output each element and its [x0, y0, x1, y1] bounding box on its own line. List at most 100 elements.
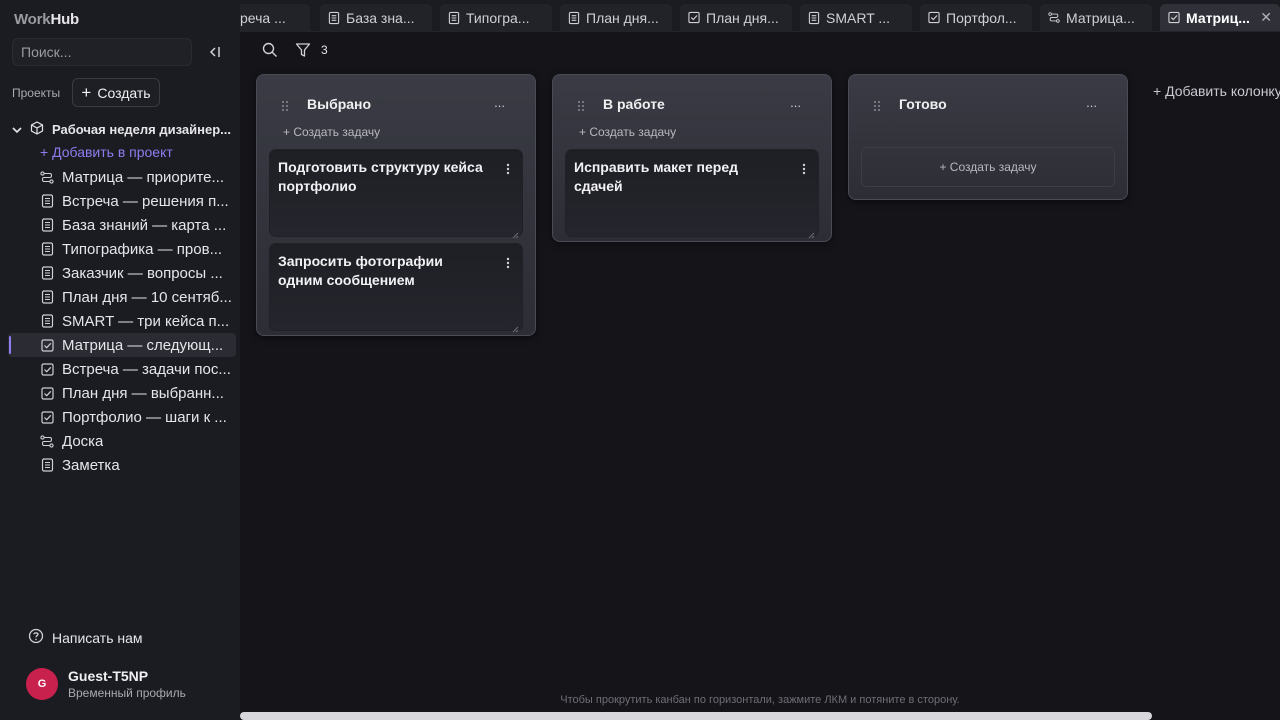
column-menu-button[interactable]: ...: [790, 95, 801, 110]
horizontal-scrollbar[interactable]: [240, 712, 1152, 720]
sidebar-item-label: Встреча — задачи пос...: [62, 360, 231, 378]
sidebar-item[interactable]: Встреча — решения п...: [8, 189, 236, 213]
column-title[interactable]: В работе: [603, 96, 665, 112]
collapse-sidebar-icon[interactable]: [206, 44, 224, 60]
write-us-label: Написать нам: [52, 629, 143, 646]
sidebar: WorkHub Проекты + Создать Рабочая неделя…: [0, 0, 240, 720]
note-icon: [328, 11, 340, 24]
sidebar-item-label: План дня — выбранн...: [62, 384, 224, 402]
chevron-down-icon[interactable]: [12, 122, 22, 137]
kebab-menu-icon[interactable]: [506, 256, 510, 269]
tab[interactable]: План дня...: [560, 4, 672, 31]
filter-icon[interactable]: [295, 42, 311, 58]
sidebar-item[interactable]: План дня — выбранн...: [8, 381, 236, 405]
sidebar-item-label: Матрица — следующ...: [62, 336, 224, 354]
create-task-button[interactable]: + Создать задачу: [861, 147, 1115, 187]
task-icon: [40, 362, 54, 376]
sidebar-item[interactable]: Портфолио — шаги к ...: [8, 405, 236, 429]
add-column-button[interactable]: + Добавить колонку: [1153, 83, 1280, 99]
note-icon: [808, 11, 820, 24]
note-icon: [40, 242, 54, 256]
sidebar-item[interactable]: Заказчик — вопросы ...: [8, 261, 236, 285]
column-menu-button[interactable]: ...: [494, 95, 505, 110]
kebab-menu-icon[interactable]: [802, 162, 806, 175]
task-card[interactable]: Запросить фотографии одним сообщением: [269, 243, 523, 333]
sidebar-item[interactable]: Матрица — следующ...: [8, 333, 236, 357]
task-card-title: Подготовить структуру кейса портфолио: [278, 159, 483, 194]
resize-handle-icon[interactable]: [512, 226, 519, 239]
project-item[interactable]: Рабочая неделя дизайнер...: [12, 119, 238, 139]
search-icon[interactable]: [262, 42, 278, 58]
create-button-label: Создать: [97, 84, 151, 101]
task-card-title: Исправить макет перед сдачей: [574, 159, 738, 194]
tab[interactable]: Матриц... ✕: [1160, 4, 1280, 31]
user-profile[interactable]: G Guest-T5NP Временный профиль: [26, 668, 186, 700]
sidebar-item-label: Встреча — решения п...: [62, 192, 229, 210]
add-to-project-link[interactable]: + Добавить в проект: [40, 144, 173, 160]
plus-icon: +: [81, 83, 92, 102]
kebab-menu-icon[interactable]: [506, 162, 510, 175]
avatar: G: [26, 668, 58, 700]
create-task-button[interactable]: + Создать задачу: [283, 125, 380, 139]
tab[interactable]: Портфол...: [920, 4, 1032, 31]
note-icon: [40, 290, 54, 304]
sidebar-item[interactable]: План дня — 10 сентяб...: [8, 285, 236, 309]
tab[interactable]: SMART ...: [800, 4, 912, 31]
sidebar-item[interactable]: Заметка: [8, 453, 236, 477]
task-icon: [40, 386, 54, 400]
project-tree: Матрица — приорите... Встреча — решения п…: [0, 165, 240, 477]
note-icon: [568, 11, 580, 24]
sidebar-item-label: План дня — 10 сентяб...: [62, 288, 232, 306]
sidebar-item[interactable]: SMART — три кейса п...: [8, 309, 236, 333]
task-card[interactable]: Исправить макет перед сдачей: [565, 149, 819, 239]
tab[interactable]: Типогра...: [440, 4, 552, 31]
create-button[interactable]: + Создать: [72, 78, 160, 107]
board-icon: [40, 170, 54, 184]
note-icon: [40, 218, 54, 232]
sidebar-item[interactable]: База знаний — карта ...: [8, 213, 236, 237]
filter-count: 3: [321, 43, 328, 57]
tab[interactable]: реча ...: [240, 4, 310, 31]
task-icon: [928, 11, 940, 24]
tab[interactable]: База зна...: [320, 4, 432, 31]
resize-handle-icon[interactable]: [808, 226, 815, 239]
user-name: Guest-T5NP: [68, 668, 149, 684]
sidebar-item[interactable]: Встреча — задачи пос...: [8, 357, 236, 381]
sidebar-item[interactable]: Типографика — пров...: [8, 237, 236, 261]
sidebar-item-label: Доска: [62, 432, 104, 450]
drag-handle-icon[interactable]: [873, 99, 881, 111]
resize-handle-icon[interactable]: [512, 320, 519, 333]
tab[interactable]: План дня...: [680, 4, 792, 31]
create-task-button[interactable]: + Создать задачу: [579, 125, 676, 139]
sidebar-item[interactable]: Доска: [8, 429, 236, 453]
column-title[interactable]: Готово: [899, 96, 947, 112]
app-logo[interactable]: WorkHub: [14, 11, 79, 28]
note-icon: [448, 11, 460, 24]
close-icon[interactable]: ✕: [1260, 9, 1272, 26]
tab[interactable]: Матрица...: [1040, 4, 1152, 31]
kanban-column: Выбрано... + Создать задачу Подготовить ст…: [256, 74, 536, 336]
tab-label: План дня...: [586, 9, 659, 26]
sidebar-item-label: Матрица — приорите...: [62, 168, 224, 186]
note-icon: [40, 194, 54, 208]
task-icon: [40, 338, 54, 352]
sidebar-item-label: Типографика — пров...: [62, 240, 223, 258]
write-us-button[interactable]: Написать нам: [28, 628, 143, 647]
task-card-title: Запросить фотографии одним сообщением: [278, 253, 443, 288]
kanban-column: Готово... + Создать задачу: [848, 74, 1128, 200]
logo-part-work: Work: [14, 11, 51, 28]
drag-handle-icon[interactable]: [577, 99, 585, 111]
search-input[interactable]: [12, 38, 192, 66]
sidebar-item[interactable]: Матрица — приорите...: [8, 165, 236, 189]
projects-label: Проекты: [12, 86, 61, 100]
sidebar-item-label: Портфолио — шаги к ...: [62, 408, 227, 426]
task-card[interactable]: Подготовить структуру кейса портфолио: [269, 149, 523, 239]
note-icon: [40, 266, 54, 280]
sidebar-item-label: Заметка: [62, 456, 120, 474]
drag-handle-icon[interactable]: [281, 99, 289, 111]
scroll-hint: Чтобы прокрутить канбан по горизонтали, …: [560, 694, 960, 706]
column-menu-button[interactable]: ...: [1086, 95, 1097, 110]
task-icon: [40, 410, 54, 424]
tab-label: реча ...: [240, 9, 286, 26]
column-title[interactable]: Выбрано: [307, 96, 371, 112]
